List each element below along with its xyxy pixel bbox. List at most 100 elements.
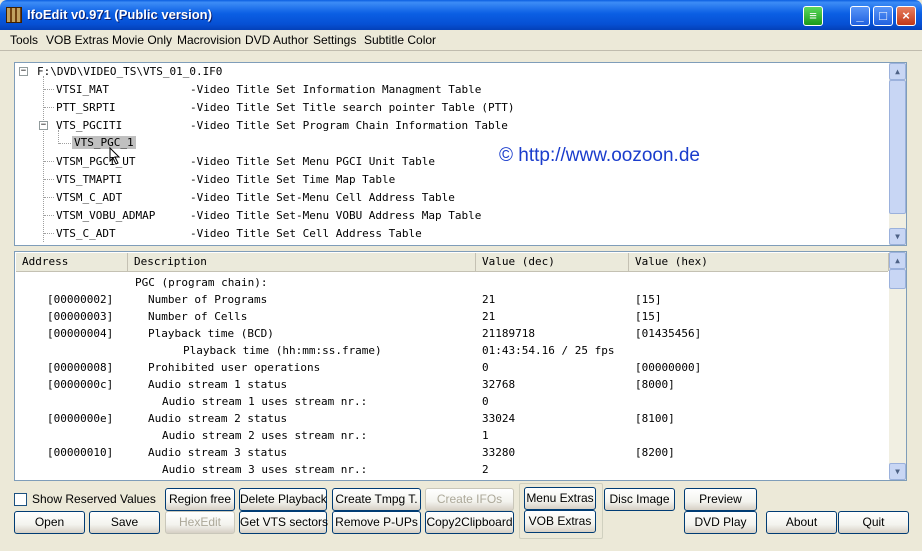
scroll-thumb[interactable]: [889, 80, 906, 214]
menu-extras-button[interactable]: Menu Extras: [524, 487, 596, 510]
scroll-down-icon[interactable]: ▼: [889, 463, 906, 480]
create-tmpg-button[interactable]: Create Tmpg T.: [332, 488, 421, 511]
cell-address: [00000010]: [47, 446, 114, 459]
watermark-text: © http://www.oozoon.de: [499, 145, 700, 166]
tree-line: [44, 161, 54, 162]
cell-value-dec: 33280: [482, 446, 516, 459]
tree-node-vts-c-adt[interactable]: VTS_C_ADT: [56, 227, 116, 240]
quit-button[interactable]: Quit: [838, 511, 909, 534]
column-header-value-hex[interactable]: Value (hex): [629, 253, 889, 271]
column-header-address[interactable]: Address: [16, 253, 128, 271]
menu-settings[interactable]: Settings: [313, 33, 356, 47]
tree-node-vtsm-pgci-ut[interactable]: VTSM_PGCI_UT: [56, 155, 135, 168]
tree-node-desc: -Video Title Set Title search pointer Ta…: [190, 101, 515, 114]
clipboard-icon[interactable]: ≡: [803, 6, 823, 26]
tree-node-desc: -Video Title Set Time Map Table: [190, 173, 396, 186]
about-button[interactable]: About: [766, 511, 837, 534]
cell-description: Number of Programs: [148, 293, 268, 306]
maximize-button[interactable]: □: [873, 6, 893, 26]
data-table[interactable]: Address Description Value (dec) Value (h…: [14, 251, 907, 481]
create-ifos-button[interactable]: Create IFOs: [425, 488, 514, 511]
menu-subtitle-color[interactable]: Subtitle Color: [364, 33, 436, 47]
get-vts-sectors-button[interactable]: Get VTS sectors: [239, 511, 328, 534]
menu-macrovision[interactable]: Macrovision: [177, 33, 241, 47]
cell-value-dec: 2: [482, 463, 489, 476]
tree-node-desc: -Video Title Set Cell Address Table: [190, 227, 422, 240]
cell-description: Audio stream 2 uses stream nr.:: [162, 429, 368, 442]
tree-root[interactable]: F:\DVD\VIDEO_TS\VTS_01_0.IF0: [37, 65, 222, 78]
preview-button[interactable]: Preview: [684, 488, 757, 511]
cell-address: [00000003]: [47, 310, 114, 323]
menu-dvd-author[interactable]: DVD Author: [245, 33, 308, 47]
tree-scrollbar[interactable]: ▲ ▼: [889, 63, 906, 245]
hexedit-button[interactable]: HexEdit: [165, 511, 235, 534]
tree-node-vtsi-mat[interactable]: VTSI_MAT: [56, 83, 109, 96]
cell-value-dec: 33024: [482, 412, 516, 425]
cell-description: Audio stream 1 uses stream nr.:: [162, 395, 368, 408]
cell-value-dec: 01:43:54.16 / 25 fps: [482, 344, 615, 357]
delete-playback-button[interactable]: Delete Playback: [239, 488, 327, 511]
tree-line: [59, 143, 71, 144]
region-free-button[interactable]: Region free: [165, 488, 235, 511]
menu-movie-only[interactable]: Movie Only: [112, 33, 172, 47]
show-reserved-label[interactable]: Show Reserved Values: [32, 492, 156, 506]
tree-node-vtsm-c-adt[interactable]: VTSM_C_ADT: [56, 191, 122, 204]
tree-node-vts-pgc-1[interactable]: VTS_PGC_1: [72, 136, 136, 149]
cell-value-hex: [8100]: [635, 412, 675, 425]
cell-value-dec: 0: [482, 361, 489, 374]
tree-node-desc: -Video Title Set Program Chain Informati…: [190, 119, 508, 132]
cell-value-hex: [8000]: [635, 378, 675, 391]
title-bar[interactable]: IfoEdit v0.971 (Public version) ≡ _ □ ×: [0, 0, 922, 30]
tree-line: [44, 89, 54, 90]
dvd-play-button[interactable]: DVD Play: [684, 511, 757, 534]
scroll-up-icon[interactable]: ▲: [889, 63, 906, 80]
show-reserved-checkbox[interactable]: [14, 493, 27, 506]
remove-pups-button[interactable]: Remove P-UPs: [332, 511, 421, 534]
menu-tools[interactable]: Tools: [10, 33, 38, 47]
collapse-icon[interactable]: −: [39, 121, 48, 130]
cell-address: [00000002]: [47, 293, 114, 306]
tree-node-vts-tmapti[interactable]: VTS_TMAPTI: [56, 173, 122, 186]
cell-value-dec: 21: [482, 293, 496, 306]
scroll-thumb[interactable]: [889, 269, 906, 289]
table-row: PGC (program chain):: [135, 276, 268, 289]
collapse-icon[interactable]: −: [19, 67, 28, 76]
cell-address: [0000000c]: [47, 378, 114, 391]
tree-node-vts-pgciti[interactable]: VTS_PGCITI: [56, 119, 122, 132]
table-header: Address Description Value (dec) Value (h…: [16, 253, 889, 272]
tree-line: [43, 76, 44, 242]
table-scrollbar[interactable]: ▲ ▼: [889, 252, 906, 480]
column-header-value-dec[interactable]: Value (dec): [476, 253, 629, 271]
cell-value-hex: [15]: [635, 310, 662, 323]
column-header-description[interactable]: Description: [128, 253, 476, 271]
cell-description: Audio stream 2 status: [148, 412, 288, 425]
close-button[interactable]: ×: [896, 6, 916, 26]
disc-image-button[interactable]: Disc Image: [604, 488, 675, 511]
scroll-up-icon[interactable]: ▲: [889, 252, 906, 269]
tree-node-ptt-srpti[interactable]: PTT_SRPTI: [56, 101, 116, 114]
menu-vob-extras[interactable]: VOB Extras: [46, 33, 109, 47]
ifo-tree[interactable]: − F:\DVD\VIDEO_TS\VTS_01_0.IF0 VTSI_MAT …: [14, 62, 907, 246]
tree-line: [44, 197, 54, 198]
tree-node-vtsm-vobu-admap[interactable]: VTSM_VOBU_ADMAP: [56, 209, 155, 222]
tree-node-desc: -Video Title Set-Menu VOBU Address Map T…: [190, 209, 482, 222]
scroll-down-icon[interactable]: ▼: [889, 228, 906, 245]
tree-node-desc: -Video Title Set-Menu Cell Address Table: [190, 191, 455, 204]
open-button[interactable]: Open: [14, 511, 85, 534]
cell-value-dec: 21189718: [482, 327, 535, 340]
window-title: IfoEdit v0.971 (Public version): [27, 7, 212, 22]
tree-node-desc: -Video Title Set Information Managment T…: [190, 83, 482, 96]
cell-address: [00000004]: [47, 327, 114, 340]
tree-line: [44, 215, 54, 216]
vob-extras-button[interactable]: VOB Extras: [524, 510, 596, 533]
save-button[interactable]: Save: [89, 511, 160, 534]
cell-value-dec: 0: [482, 395, 489, 408]
cell-value-hex: [8200]: [635, 446, 675, 459]
tree-line: [44, 107, 54, 108]
cell-description: Number of Cells: [148, 310, 248, 323]
cell-description: Playback time (BCD): [148, 327, 274, 340]
minimize-button[interactable]: _: [850, 6, 870, 26]
copy-clipboard-button[interactable]: Copy2Clipboard: [425, 511, 514, 534]
cell-value-dec: 1: [482, 429, 489, 442]
cell-value-dec: 21: [482, 310, 496, 323]
